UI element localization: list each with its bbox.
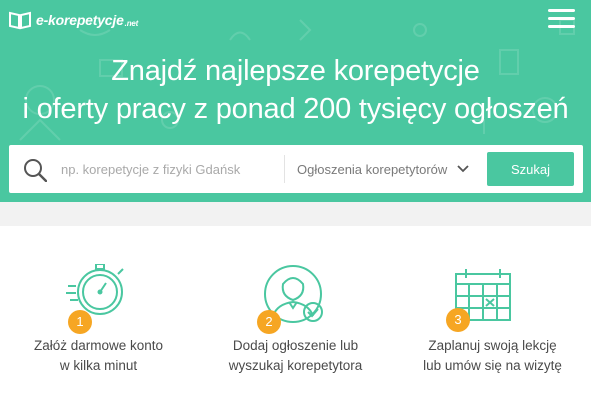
step-number-badge: 3 [446,308,470,332]
category-select-value: Ogłoszenia korepetytorów [297,161,448,177]
step-line-2: lub umów się na wizytę [423,358,562,373]
hamburger-menu-icon[interactable] [548,9,576,31]
step-add-listing: 2 Dodaj ogłoszenie lub wyszukaj korepety… [197,226,394,400]
search-button[interactable]: Szukaj [487,152,574,186]
how-it-works-steps: 1 Załóż darmowe konto w kilka minut 2 Do… [0,226,591,400]
logo-text: e-korepetycje.net [36,12,139,28]
book-logo-icon [9,11,31,30]
section-divider [0,202,591,226]
step-line-1: Załóż darmowe konto [33,338,164,353]
site-logo[interactable]: e-korepetycje.net [8,9,138,31]
step-line-1: Dodaj ogłoszenie lub [232,338,359,353]
step-schedule-lesson: 3 Zaplanuj swoją lekcję lub umów się na … [394,226,591,400]
hero-headline: Znajdź najlepsze korepetycje i oferty pr… [0,52,591,128]
step-line-1: Zaplanuj swoją lekcję [428,338,557,353]
search-bar: Ogłoszenia korepetytorów Szukaj [9,145,583,193]
search-input[interactable] [61,155,281,183]
step-number-badge: 1 [68,310,92,334]
chevron-down-icon [457,165,469,173]
step-number-badge: 2 [257,310,281,334]
step-create-account: 1 Załóż darmowe konto w kilka minut [0,226,197,400]
search-icon[interactable] [23,158,47,182]
top-navigation-bar: e-korepetycje.net [0,0,591,40]
step-description: Dodaj ogłoszenie lub wyszukaj korepetyto… [197,336,394,376]
step-line-2: wyszukaj korepetytora [228,358,363,373]
headline-line-1: Znajdź najlepsze korepetycje [111,55,480,87]
hero-banner: e-korepetycje.net Znajdź najlepsze korep… [0,0,591,202]
step-description: Załóż darmowe konto w kilka minut [0,336,197,376]
step-description: Zaplanuj swoją lekcję lub umów się na wi… [394,336,591,376]
search-divider [284,155,285,183]
step-line-2: w kilka minut [59,358,138,373]
headline-line-2: i oferty pracy z ponad 200 tysięcy ogłos… [22,93,569,125]
category-select[interactable]: Ogłoszenia korepetytorów [297,155,477,183]
